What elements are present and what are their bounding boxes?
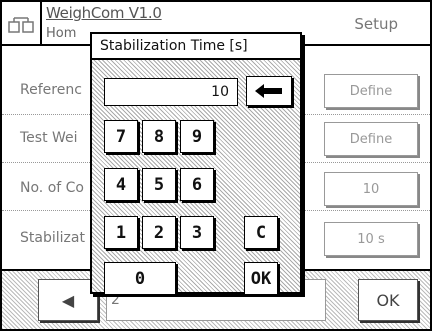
key-4[interactable]: 4	[104, 168, 138, 201]
key-6[interactable]: 6	[180, 168, 214, 201]
key-1[interactable]: 1	[104, 216, 138, 249]
header-divider	[40, 2, 42, 46]
section-label: Setup	[354, 15, 398, 33]
key-2[interactable]: 2	[142, 216, 176, 249]
app-subtitle: Hom	[46, 26, 77, 41]
value-display: 10	[104, 78, 238, 106]
left-arrow-icon: ◀	[61, 290, 75, 310]
dialog-title: Stabilization Time [s]	[92, 34, 300, 60]
row-label-reference: Referenc	[20, 82, 82, 98]
clear-key[interactable]: C	[244, 216, 278, 249]
stabilization-time-dialog: Stabilization Time [s] 10 7 8 9 4 5 6 1 …	[90, 32, 302, 295]
key-5[interactable]: 5	[142, 168, 176, 201]
dialog-ok-key[interactable]: OK	[244, 262, 278, 295]
key-8[interactable]: 8	[142, 120, 176, 153]
count-value-button[interactable]: 10	[324, 172, 418, 206]
row-label-stabilization: Stabilizat	[20, 230, 85, 246]
app-title: WeighCom V1.0	[46, 4, 162, 22]
key-3[interactable]: 3	[180, 216, 214, 249]
row-label-test-weight: Test Wei	[20, 130, 78, 146]
stabilization-value-button[interactable]: 10 s	[324, 222, 418, 256]
terminal-screen: WeighCom V1.0 Hom Setup Referenc Define …	[0, 0, 432, 331]
backspace-arrow-icon	[255, 84, 282, 98]
backspace-key[interactable]	[246, 76, 292, 106]
balance-icon	[8, 14, 34, 36]
key-9[interactable]: 9	[180, 120, 214, 153]
ok-button[interactable]: OK	[358, 279, 418, 321]
test-weight-define-button[interactable]: Define	[324, 122, 418, 156]
row-label-count: No. of Co	[20, 180, 84, 196]
key-7[interactable]: 7	[104, 120, 138, 153]
back-button[interactable]: ◀	[38, 279, 98, 321]
reference-define-button[interactable]: Define	[324, 74, 418, 108]
key-0[interactable]: 0	[104, 262, 176, 295]
